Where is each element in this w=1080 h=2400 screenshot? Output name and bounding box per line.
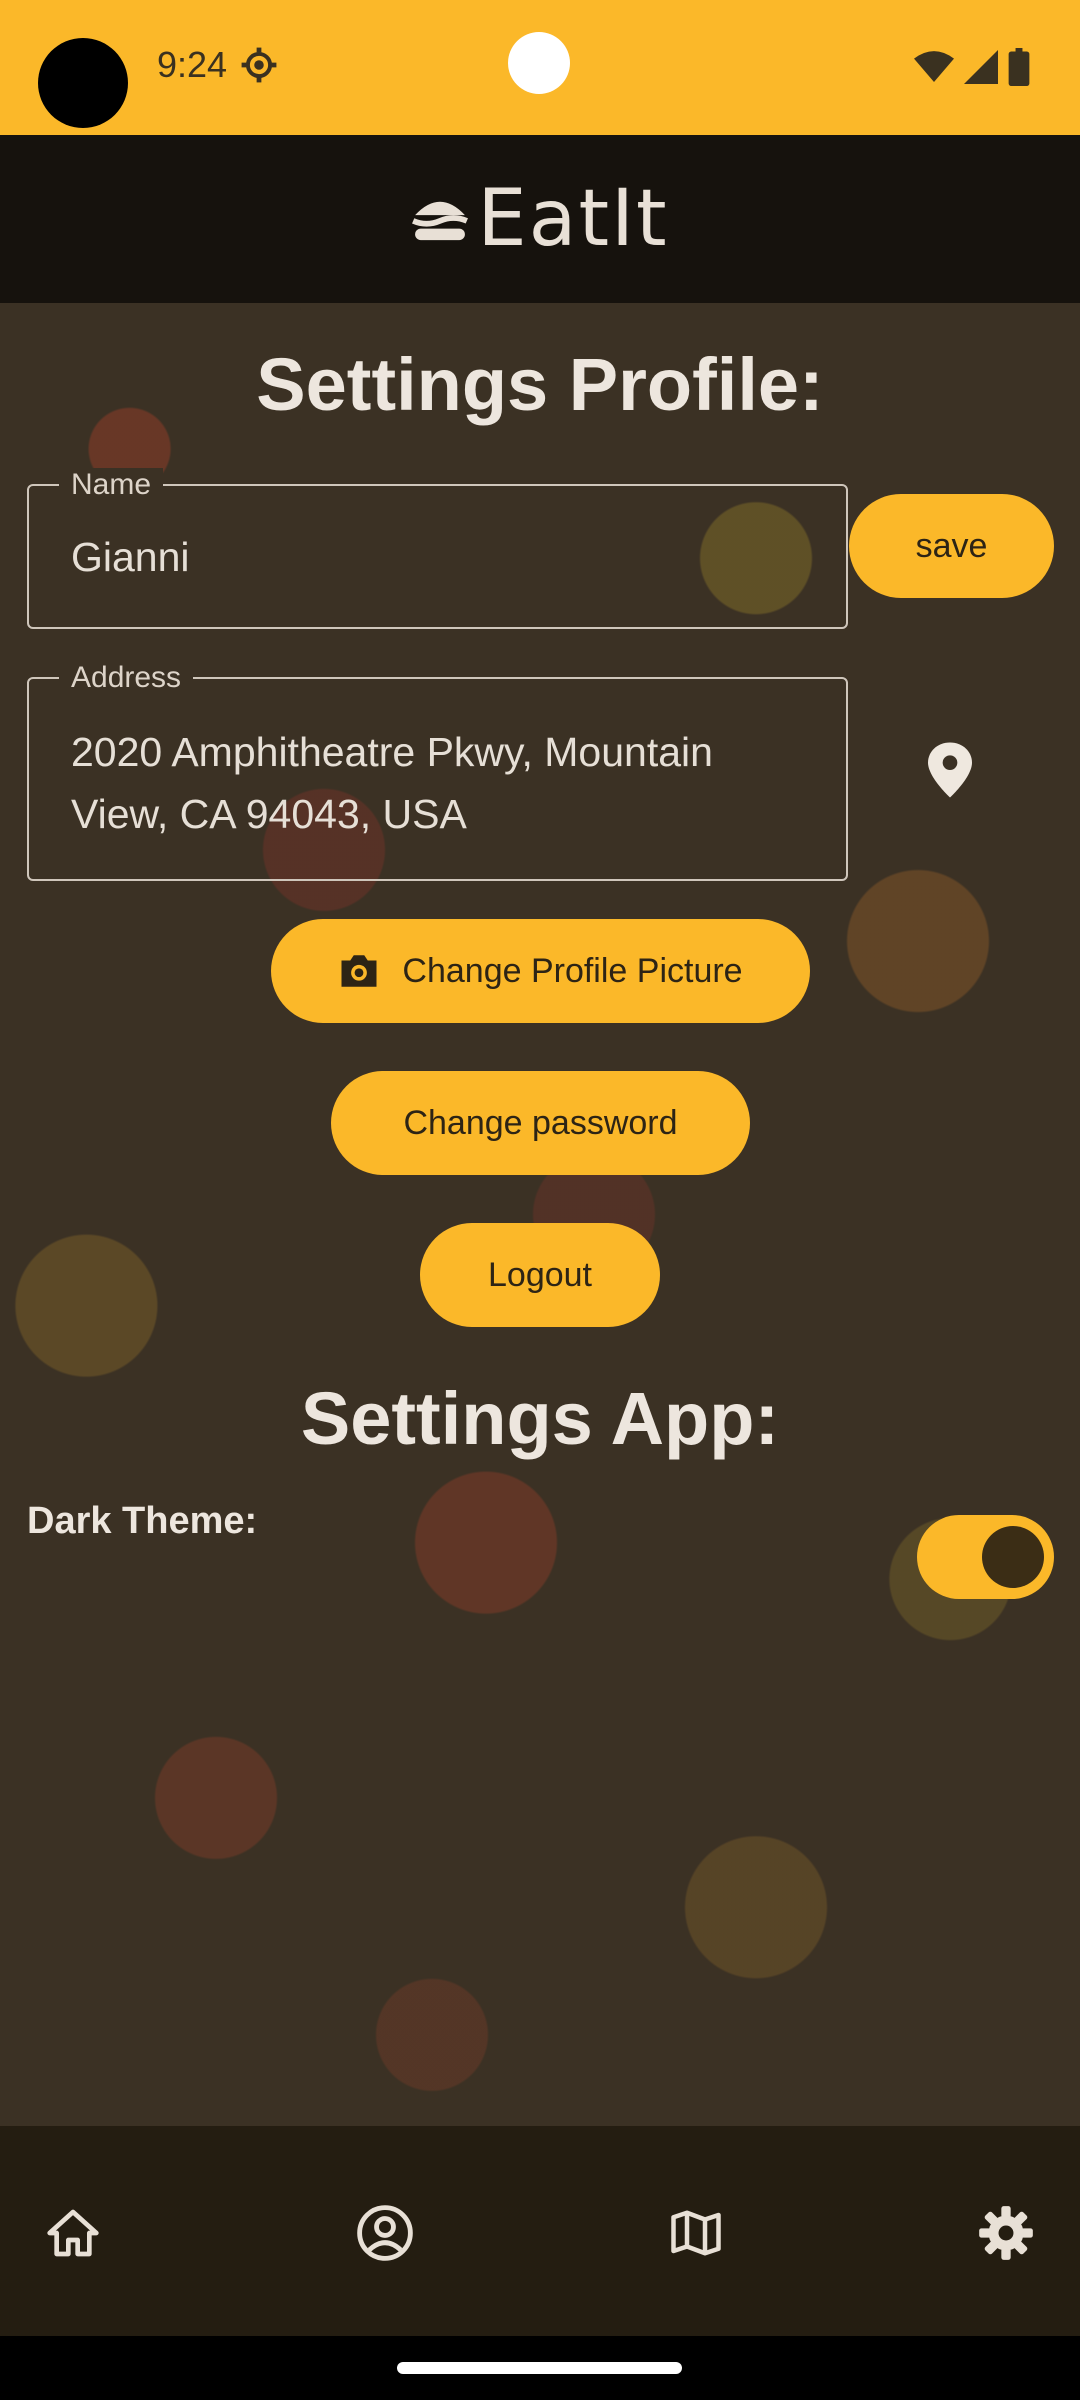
app-name: EatIt xyxy=(477,174,669,264)
home-icon xyxy=(47,2209,99,2257)
nav-home[interactable] xyxy=(38,2198,108,2268)
save-button-label: save xyxy=(915,526,988,565)
app-settings-title: Settings App: xyxy=(300,1377,780,1460)
toggle-knob xyxy=(982,1526,1044,1588)
nav-profile[interactable] xyxy=(350,2198,420,2268)
nav-map[interactable] xyxy=(661,2198,731,2268)
home-gesture-bar[interactable] xyxy=(397,2362,682,2374)
address-field-label: Address xyxy=(59,661,194,695)
change-password-button[interactable]: Change password xyxy=(331,1071,750,1175)
profile-settings-title: Settings Profile: xyxy=(256,343,824,426)
map-icon xyxy=(671,2210,721,2256)
dark-theme-toggle[interactable] xyxy=(917,1515,1054,1599)
settings-gear-icon xyxy=(979,2206,1033,2260)
logout-button[interactable]: Logout xyxy=(420,1223,660,1327)
name-field-label: Name xyxy=(59,468,164,502)
name-field-value[interactable]: Gianni xyxy=(71,526,190,588)
account-circle-icon xyxy=(357,2205,413,2261)
save-button[interactable]: save xyxy=(849,494,1054,598)
dark-theme-label: Dark Theme: xyxy=(27,1500,258,1542)
change-profile-picture-label: Change Profile Picture xyxy=(402,951,743,990)
camera-cutout xyxy=(38,38,128,128)
nav-settings[interactable] xyxy=(971,2198,1041,2268)
name-field[interactable]: Name Gianni xyxy=(27,468,848,629)
battery-icon xyxy=(1008,48,1030,86)
signal-icon xyxy=(964,50,998,84)
address-line-1[interactable]: 2020 Amphitheatre Pkwy, Mountain xyxy=(71,721,713,783)
app-header: EatIt xyxy=(0,135,1080,303)
wifi-icon xyxy=(914,51,954,82)
change-password-label: Change password xyxy=(403,1103,678,1142)
app-logo: EatIt xyxy=(411,174,668,264)
front-camera xyxy=(508,32,570,94)
camera-icon xyxy=(341,955,377,987)
location-pin-icon[interactable] xyxy=(928,742,972,798)
burger-icon xyxy=(412,201,469,241)
settings-notification-icon xyxy=(241,47,277,83)
logout-label: Logout xyxy=(488,1255,592,1294)
status-time: 9:24 xyxy=(157,44,228,85)
bottom-navigation xyxy=(0,2126,1080,2336)
change-profile-picture-button[interactable]: Change Profile Picture xyxy=(271,919,810,1023)
status-bar: 9:24 xyxy=(0,0,1080,135)
address-line-2[interactable]: View, CA 94043, USA xyxy=(71,783,467,845)
address-field[interactable]: Address 2020 Amphitheatre Pkwy, Mountain… xyxy=(27,661,848,881)
